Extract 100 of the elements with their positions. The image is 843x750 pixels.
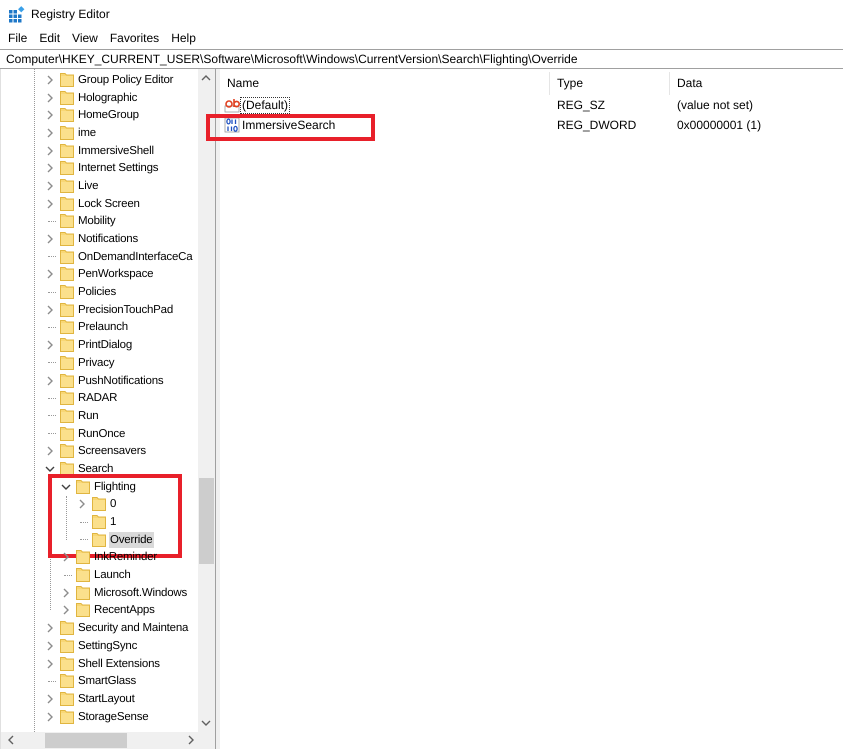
folder-icon bbox=[59, 72, 75, 88]
scrollbar-thumb[interactable] bbox=[199, 478, 214, 564]
folder-icon bbox=[91, 496, 107, 512]
folder-icon bbox=[59, 302, 75, 318]
folder-icon bbox=[59, 708, 75, 725]
value-name[interactable]: ImmersiveSearch bbox=[240, 116, 338, 134]
folder-icon bbox=[59, 372, 75, 389]
folder-icon bbox=[59, 231, 75, 248]
window-title: Registry Editor bbox=[31, 6, 110, 23]
tree-item[interactable]: Launch bbox=[93, 567, 132, 584]
folder-icon bbox=[59, 196, 75, 212]
folder-icon bbox=[59, 390, 75, 406]
folder-icon bbox=[59, 124, 75, 141]
tree-item[interactable]: Lock Screen bbox=[77, 196, 141, 212]
tree-item[interactable]: ime bbox=[77, 124, 97, 141]
scroll-left-icon[interactable] bbox=[6, 735, 16, 745]
horizontal-scrollbar[interactable] bbox=[1, 732, 215, 749]
folder-icon bbox=[59, 178, 75, 194]
tree-item[interactable]: Microsoft.Windows bbox=[93, 584, 188, 601]
tree-item[interactable]: Notifications bbox=[77, 231, 140, 248]
folder-icon bbox=[59, 160, 75, 176]
folder-icon bbox=[75, 478, 91, 495]
tree-item[interactable]: OnDemandInterfaceCa bbox=[77, 248, 194, 265]
tree-item[interactable]: RADAR bbox=[77, 390, 118, 406]
tree-item[interactable]: Run bbox=[77, 408, 100, 424]
value-type: REG_DWORD bbox=[556, 117, 638, 134]
tree-item[interactable]: Override bbox=[109, 532, 154, 548]
folder-icon bbox=[59, 266, 75, 282]
vertical-scrollbar[interactable] bbox=[198, 69, 215, 732]
folder-icon bbox=[91, 532, 107, 548]
tree-item[interactable]: 1 bbox=[109, 514, 118, 530]
folder-icon bbox=[59, 638, 75, 654]
menu-item[interactable]: Help bbox=[165, 28, 202, 48]
tree-item[interactable]: PushNotifications bbox=[77, 372, 164, 389]
tree-item[interactable]: Privacy bbox=[77, 354, 116, 371]
column-header[interactable]: Data bbox=[670, 72, 843, 95]
scrollbar-thumb[interactable] bbox=[45, 733, 127, 748]
value-data: 0x00000001 (1) bbox=[676, 117, 762, 134]
folder-icon bbox=[59, 690, 75, 707]
folder-icon bbox=[59, 213, 75, 230]
tree-item[interactable]: HomeGroup bbox=[77, 107, 140, 124]
menu-item[interactable]: View bbox=[66, 28, 104, 48]
folder-icon bbox=[59, 426, 75, 442]
tree-item[interactable]: RunOnce bbox=[77, 426, 126, 442]
tree-item[interactable]: PrintDialog bbox=[77, 337, 134, 354]
tree-item[interactable]: Shell Extensions bbox=[77, 656, 161, 672]
folder-icon bbox=[59, 673, 75, 690]
folder-icon bbox=[75, 584, 91, 601]
tree-item[interactable]: SettingSync bbox=[77, 638, 138, 654]
scroll-right-icon[interactable] bbox=[186, 735, 196, 745]
column-header[interactable]: Name bbox=[220, 72, 550, 95]
folder-icon bbox=[59, 620, 75, 636]
tree-item[interactable]: Flighting bbox=[93, 478, 137, 495]
menu-item[interactable]: Edit bbox=[33, 28, 66, 48]
scroll-down-icon[interactable] bbox=[201, 718, 211, 728]
folder-icon bbox=[59, 656, 75, 672]
tree-item[interactable]: StartLayout bbox=[77, 690, 136, 707]
folder-icon bbox=[59, 142, 75, 159]
folder-icon bbox=[59, 248, 75, 265]
folder-icon bbox=[59, 408, 75, 424]
menu-item[interactable]: File bbox=[2, 28, 34, 48]
folder-icon bbox=[59, 443, 75, 460]
folder-icon bbox=[59, 319, 75, 336]
menu-item[interactable]: Favorites bbox=[104, 28, 166, 48]
registry-icon bbox=[8, 6, 25, 22]
folder-icon bbox=[59, 460, 75, 477]
folder-icon bbox=[75, 602, 91, 618]
folder-icon bbox=[59, 354, 75, 371]
tree-item[interactable]: Group Policy Editor bbox=[77, 72, 174, 88]
string-value-icon bbox=[224, 97, 240, 113]
binary-value-icon bbox=[224, 117, 240, 133]
tree-item[interactable]: PenWorkspace bbox=[77, 266, 154, 282]
tree-item[interactable]: ImmersiveShell bbox=[77, 142, 155, 159]
folder-icon bbox=[91, 514, 107, 530]
folder-icon bbox=[75, 567, 91, 584]
folder-icon bbox=[59, 107, 75, 124]
tree-item[interactable]: Prelaunch bbox=[77, 319, 129, 336]
tree-item[interactable]: Mobility bbox=[77, 213, 116, 230]
folder-icon bbox=[59, 90, 75, 106]
scroll-up-icon[interactable] bbox=[201, 73, 211, 83]
tree-item[interactable]: RecentApps bbox=[93, 602, 156, 618]
tree-item[interactable]: Policies bbox=[77, 284, 118, 300]
folder-icon bbox=[75, 549, 91, 566]
folder-icon bbox=[59, 284, 75, 300]
value-name[interactable]: (Default) bbox=[240, 96, 290, 114]
tree-item[interactable]: SmartGlass bbox=[77, 673, 138, 690]
value-type: REG_SZ bbox=[556, 97, 606, 114]
tree-item[interactable]: PrecisionTouchPad bbox=[77, 302, 174, 318]
tree-item[interactable]: Search bbox=[77, 460, 114, 477]
tree-item[interactable]: Internet Settings bbox=[77, 160, 160, 176]
tree-item[interactable]: 0 bbox=[109, 496, 118, 512]
address-bar[interactable]: Computer\HKEY_CURRENT_USER\Software\Microsoft\Windows\CurrentVersion\Search\Flighting\Override bbox=[0, 49, 843, 69]
tree-item[interactable]: StorageSense bbox=[77, 708, 150, 725]
folder-icon bbox=[59, 337, 75, 354]
column-header[interactable]: Type bbox=[550, 72, 670, 95]
tree-item[interactable]: Screensavers bbox=[77, 443, 147, 460]
tree-item[interactable]: Holographic bbox=[77, 90, 138, 106]
value-data: (value not set) bbox=[676, 97, 754, 114]
tree-item[interactable]: Live bbox=[77, 178, 100, 194]
tree-item[interactable]: Security and Maintena bbox=[77, 620, 190, 636]
